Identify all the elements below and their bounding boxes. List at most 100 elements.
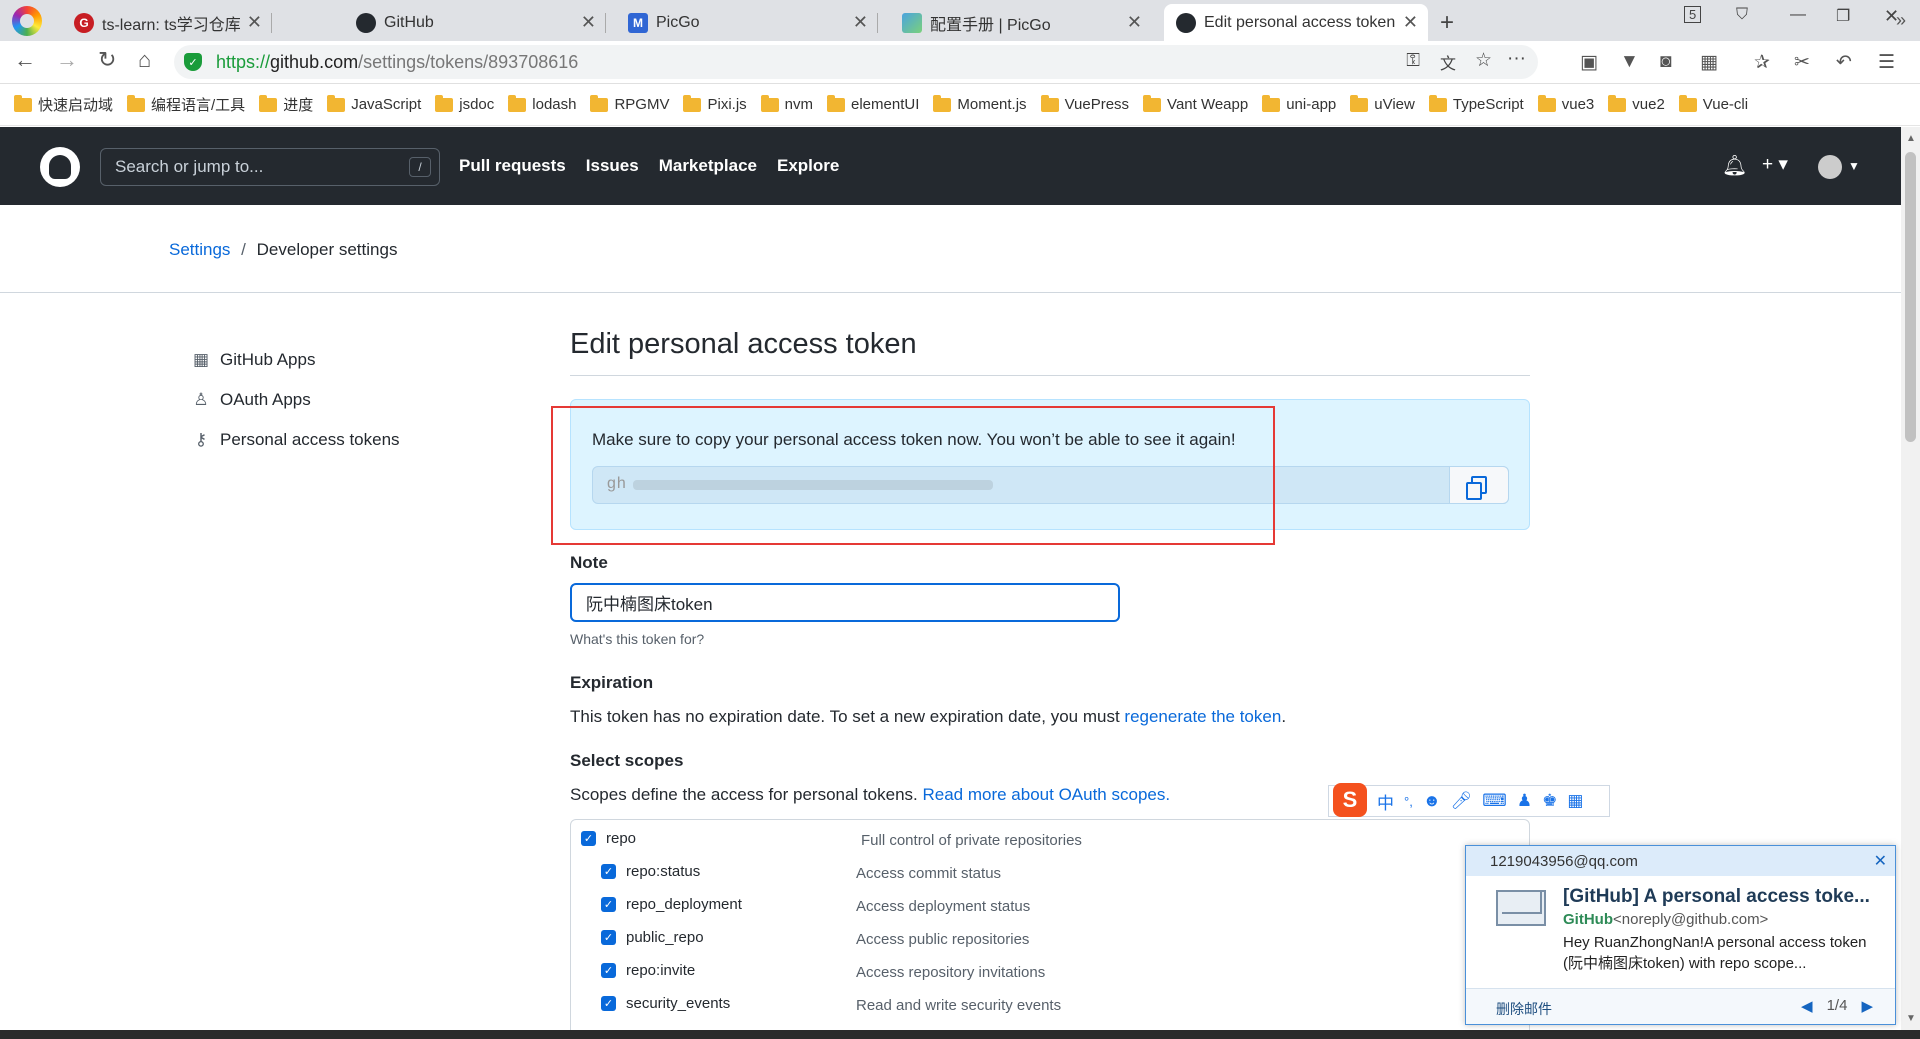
scope-row[interactable]: ✓ repo_deployment [601,896,742,913]
back-icon[interactable]: ← [14,47,36,73]
bookmark-item[interactable]: vue2 [1608,94,1665,113]
ime-mode-toggle[interactable]: 中 [1377,789,1394,814]
bookmark-item[interactable]: Vant Weapp [1143,94,1248,113]
scope-checkbox[interactable]: ✓ [581,831,596,846]
translate-icon[interactable]: 文 [1440,50,1456,74]
bookmark-item[interactable]: JavaScript [327,94,421,113]
oauth-scopes-link[interactable]: Read more about OAuth scopes. [922,785,1170,804]
restore-icon[interactable]: ❐ [1836,6,1850,26]
scope-checkbox[interactable]: ✓ [601,897,616,912]
scope-checkbox[interactable]: ✓ [601,864,616,879]
nav-issues[interactable]: Issues [586,156,639,176]
sogou-logo-icon[interactable]: S [1333,783,1367,817]
tab-picgo[interactable]: M PicGo ✕ [616,4,878,41]
breadcrumb-settings-link[interactable]: Settings [169,240,230,259]
scrollbar-thumb[interactable] [1905,152,1916,442]
vertical-scrollbar[interactable]: ▲ ▼ [1901,127,1920,1030]
close-icon[interactable]: ✕ [247,12,262,33]
sidebar-item-github-apps[interactable]: ▦ GitHub Apps [190,340,400,380]
scroll-up-icon[interactable]: ▲ [1906,133,1916,144]
bookmark-item[interactable]: elementUI [827,94,919,113]
copy-token-button[interactable] [1449,466,1509,504]
search-input[interactable]: Search or jump to... / [100,148,440,186]
bookmark-item[interactable]: 进度 [259,94,313,115]
close-icon[interactable]: ✕ [853,12,868,33]
extension-icon[interactable]: ◙ [1660,51,1671,73]
bookmark-item[interactable]: VuePress [1040,94,1129,113]
regenerate-token-link[interactable]: regenerate the token [1124,707,1281,726]
tab-count-badge[interactable]: 5 [1684,6,1702,23]
forward-icon[interactable]: → [56,47,78,73]
bookmark-item[interactable]: jsdoc [435,94,494,113]
vue-devtools-icon[interactable]: ▼ [1620,51,1639,73]
new-tab-button[interactable]: + [1440,4,1454,41]
nav-explore[interactable]: Explore [777,156,839,176]
star-icon[interactable]: ☆ [1475,49,1492,72]
mail-subject[interactable]: [GitHub] A personal access toke... [1563,886,1870,908]
home-icon[interactable]: ⌂ [138,47,151,73]
shirt-icon[interactable]: ⛉ [1736,6,1748,24]
bookmark-item[interactable]: uView [1350,94,1415,113]
user-tools-icon[interactable]: ♟ [1517,791,1532,811]
bookmark-item[interactable]: TypeScript [1428,94,1524,113]
create-new-button[interactable]: + ▾ [1762,153,1788,176]
bookmark-item[interactable]: Pixi.js [683,94,747,113]
github-logo-icon[interactable] [40,147,80,187]
tab-picgo-docs[interactable]: 配置手册 | PicGo ✕ [890,4,1152,41]
bookmark-item[interactable]: uni-app [1262,94,1336,113]
toolbox-icon[interactable]: ▦ [1567,791,1583,811]
collection-icon[interactable]: ▣ [1580,51,1598,74]
more-icon[interactable]: ··· [1507,48,1526,70]
scope-row[interactable]: ✓ public_repo [601,929,704,946]
tab-edit-token[interactable]: Edit personal access token ✕ [1164,4,1428,41]
note-input[interactable] [570,583,1120,622]
nav-pull-requests[interactable]: Pull requests [459,156,566,176]
next-icon[interactable]: ▶ [1861,997,1873,1015]
scope-checkbox[interactable]: ✓ [601,963,616,978]
browser-logo-icon[interactable] [12,6,42,36]
bookmark-item[interactable]: nvm [760,94,813,113]
tab-ts-learn[interactable]: G ts-learn: ts学习仓库 ✕ [62,4,272,41]
apps-icon[interactable]: ▦ [1700,51,1718,74]
bookmark-item[interactable]: RPGMV [590,94,669,113]
scope-row[interactable]: ✓ repo:status [601,863,700,880]
delete-mail-button[interactable]: 删除邮件 [1496,999,1552,1019]
reload-icon[interactable]: ↻ [98,47,116,73]
close-icon[interactable]: ✕ [1874,851,1887,871]
ime-punctuation-toggle[interactable]: °, [1404,794,1413,809]
close-icon[interactable]: ✕ [1127,12,1142,33]
scroll-down-icon[interactable]: ▼ [1906,1013,1916,1024]
close-icon[interactable]: ✕ [1403,12,1418,33]
bookmark-item[interactable]: 编程语言/工具 [127,94,245,115]
sidebar-item-oauth-apps[interactable]: ♙ OAuth Apps [190,380,400,420]
skin-icon[interactable]: ♚ [1542,791,1557,811]
keyboard-icon[interactable]: ⌨ [1482,791,1507,811]
bookmark-item[interactable]: Vue-cli [1678,94,1748,113]
mail-notification-popup[interactable]: 1219043956@qq.com ✕ [GitHub] A personal … [1465,845,1896,1025]
sidebar-item-personal-access-tokens[interactable]: ⚷ Personal access tokens [190,420,400,460]
key-icon[interactable]: ⚿ [1406,50,1420,71]
minimize-icon[interactable]: — [1790,6,1806,24]
undo-icon[interactable]: ↶ [1836,51,1852,74]
bookmark-item[interactable]: vue3 [1537,94,1594,113]
address-bar[interactable]: ✓ https://github.com/settings/tokens/893… [174,45,1538,79]
bell-icon[interactable]: 🔔︎ [1722,153,1747,178]
scissors-icon[interactable]: ✂ [1794,51,1810,74]
bookmark-item[interactable]: lodash [508,94,576,113]
bookmark-item[interactable]: Moment.js [933,94,1027,113]
scope-checkbox[interactable]: ✓ [601,996,616,1011]
menu-icon[interactable]: ☰ [1878,51,1895,74]
emoji-icon[interactable]: ☻ [1423,791,1441,811]
scope-checkbox[interactable]: ✓ [601,930,616,945]
microphone-icon[interactable]: 🎤︎ [1451,791,1473,811]
scope-row[interactable]: ✓ repo [581,830,636,847]
scope-row[interactable]: ✓ repo:invite [601,962,695,979]
chevron-down-icon[interactable]: ▼ [1848,159,1860,173]
favorites-icon[interactable]: ✰ [1754,51,1770,74]
close-icon[interactable]: ✕ [581,12,596,33]
bookmarks-more-icon[interactable]: » [1896,10,1906,31]
bookmark-item[interactable]: 快速启动域 [14,94,113,115]
nav-marketplace[interactable]: Marketplace [659,156,757,176]
previous-icon[interactable]: ◀ [1801,997,1813,1015]
avatar[interactable] [1818,155,1842,179]
